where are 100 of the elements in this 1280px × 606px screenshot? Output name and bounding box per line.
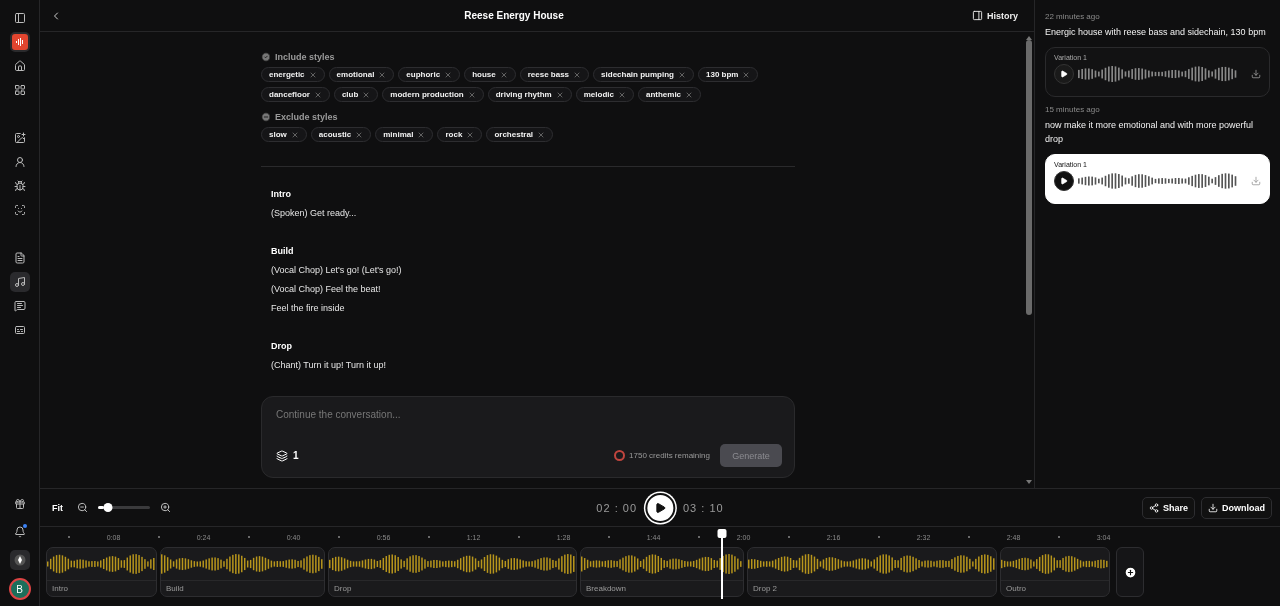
track-segment[interactable]: Intro [46,547,157,597]
tag-text: dancefloor [269,90,310,99]
playhead-line [721,537,723,599]
layers-icon[interactable] [276,449,288,462]
page-title: Reese Energy House [464,10,564,21]
tag-text: 130 bpm [706,70,739,79]
segment-name: Intro [47,580,156,596]
play-button[interactable] [1054,171,1074,191]
track-segment[interactable]: Build [160,547,325,597]
track-segment[interactable]: Drop [328,547,577,597]
total-time: 03 : 10 [683,501,724,514]
track-segment[interactable]: Breakdown [580,547,744,597]
prompt-text: now make it more emotional and with more powerful drop [1045,119,1255,146]
section-label: Include styles [275,52,335,62]
track-segment[interactable]: Drop 2 [747,547,997,597]
variation-count: 1 [293,450,299,461]
play-button[interactable] [1054,64,1074,84]
tag-text: sidechain pumping [601,70,674,79]
remove-icon[interactable] [499,70,508,79]
playhead-handle[interactable] [717,529,727,538]
minus-circle-icon [261,112,271,122]
zoom-slider[interactable] [98,506,150,509]
tag-text: slow [269,130,287,139]
remove-icon[interactable] [742,70,751,79]
remove-icon[interactable] [378,70,387,79]
play-icon [1060,177,1068,185]
tag-text: driving rhythm [495,90,552,99]
credits-ring-icon [614,450,626,461]
tag-text: reese bass [527,70,570,79]
history-button[interactable]: History [965,9,1024,22]
section-label: Exclude styles [275,112,338,122]
remove-icon[interactable] [555,90,564,99]
add-segment-button[interactable] [1116,547,1144,597]
remove-icon[interactable] [313,90,322,99]
tag-text: house [472,70,496,79]
remove-icon[interactable] [355,130,364,139]
prompt-text: Energic house with reese bass and sidechain, 130 bpm [1045,26,1267,39]
zoom-out-icon[interactable] [77,502,88,513]
scroll-down-icon[interactable] [1026,480,1032,484]
play-icon [654,501,666,514]
remove-icon[interactable] [685,90,694,99]
timestamp: 15 minutes ago [1045,105,1101,114]
lyrics-section-heading: Intro [271,188,292,201]
tag-text: club [341,90,359,99]
play-icon [1060,70,1068,78]
share-button[interactable]: Share [1142,496,1195,519]
tag-text: emotional [336,70,375,79]
lyrics-line: (Vocal Chop) Let's go! (Let's go!) [271,264,403,277]
check-circle-icon [261,52,271,62]
tag-text: orchestral [494,130,534,139]
tag-text: modern production [390,90,464,99]
remove-icon[interactable] [573,70,582,79]
current-time: 02 : 00 [596,501,637,514]
zoom-slider-fill [98,506,104,509]
plus-icon [1123,565,1137,579]
segment-name: Drop 2 [748,580,996,596]
bell-icon [13,526,26,538]
segment-name: Build [161,580,324,596]
remove-icon[interactable] [444,70,453,79]
remove-icon[interactable] [290,130,299,139]
remove-icon[interactable] [678,70,686,79]
logo-icon[interactable] [9,32,30,52]
panel-icon [971,10,983,21]
remove-icon[interactable] [537,130,546,139]
lyrics-line: (Vocal Chop) Feel the beat! [271,283,382,296]
remove-icon[interactable] [617,90,626,99]
track-segment[interactable]: Outro [1000,547,1110,597]
tag-text: anthemic [645,90,682,99]
scrollbar-thumb[interactable] [1026,40,1032,315]
tag-text: melodic [583,90,614,99]
lyrics-line: Feel the fire inside [271,302,346,315]
tag-text: minimal [383,130,414,139]
play-button[interactable] [645,492,675,523]
lyrics-line: (Chant) Turn it up! Turn it up! [271,359,388,372]
tag-text: rock [445,130,463,139]
fit-button[interactable]: Fit [52,502,63,513]
zoom-slider-thumb[interactable] [103,503,113,512]
download-icon [1208,502,1218,513]
segment-name: Drop [329,580,576,596]
zoom-in-icon[interactable] [160,502,171,513]
music-note-icon[interactable] [9,272,30,292]
share-icon [1149,502,1159,513]
timestamp: 22 minutes ago [1045,12,1101,21]
remove-icon[interactable] [417,130,426,139]
lyrics-section-heading: Drop [271,340,293,353]
tag-text: energetic [269,70,305,79]
download-button[interactable]: Download [1201,496,1272,519]
segment-name: Outro [1001,580,1109,596]
remove-icon[interactable] [466,130,475,139]
prompt-input[interactable]: Continue the conversation... [276,409,782,420]
app-icon[interactable] [9,550,30,570]
remove-icon[interactable] [467,90,476,99]
credits-text: 1750 credits remaining [629,451,710,460]
lyrics-section-heading: Build [271,245,295,258]
remove-icon[interactable] [308,70,317,79]
remove-icon[interactable] [362,90,371,99]
tag-text: acoustic [318,130,352,139]
user-avatar[interactable]: B [8,578,31,600]
tag-text: euphoric [406,70,441,79]
download-icon[interactable] [1251,69,1261,79]
